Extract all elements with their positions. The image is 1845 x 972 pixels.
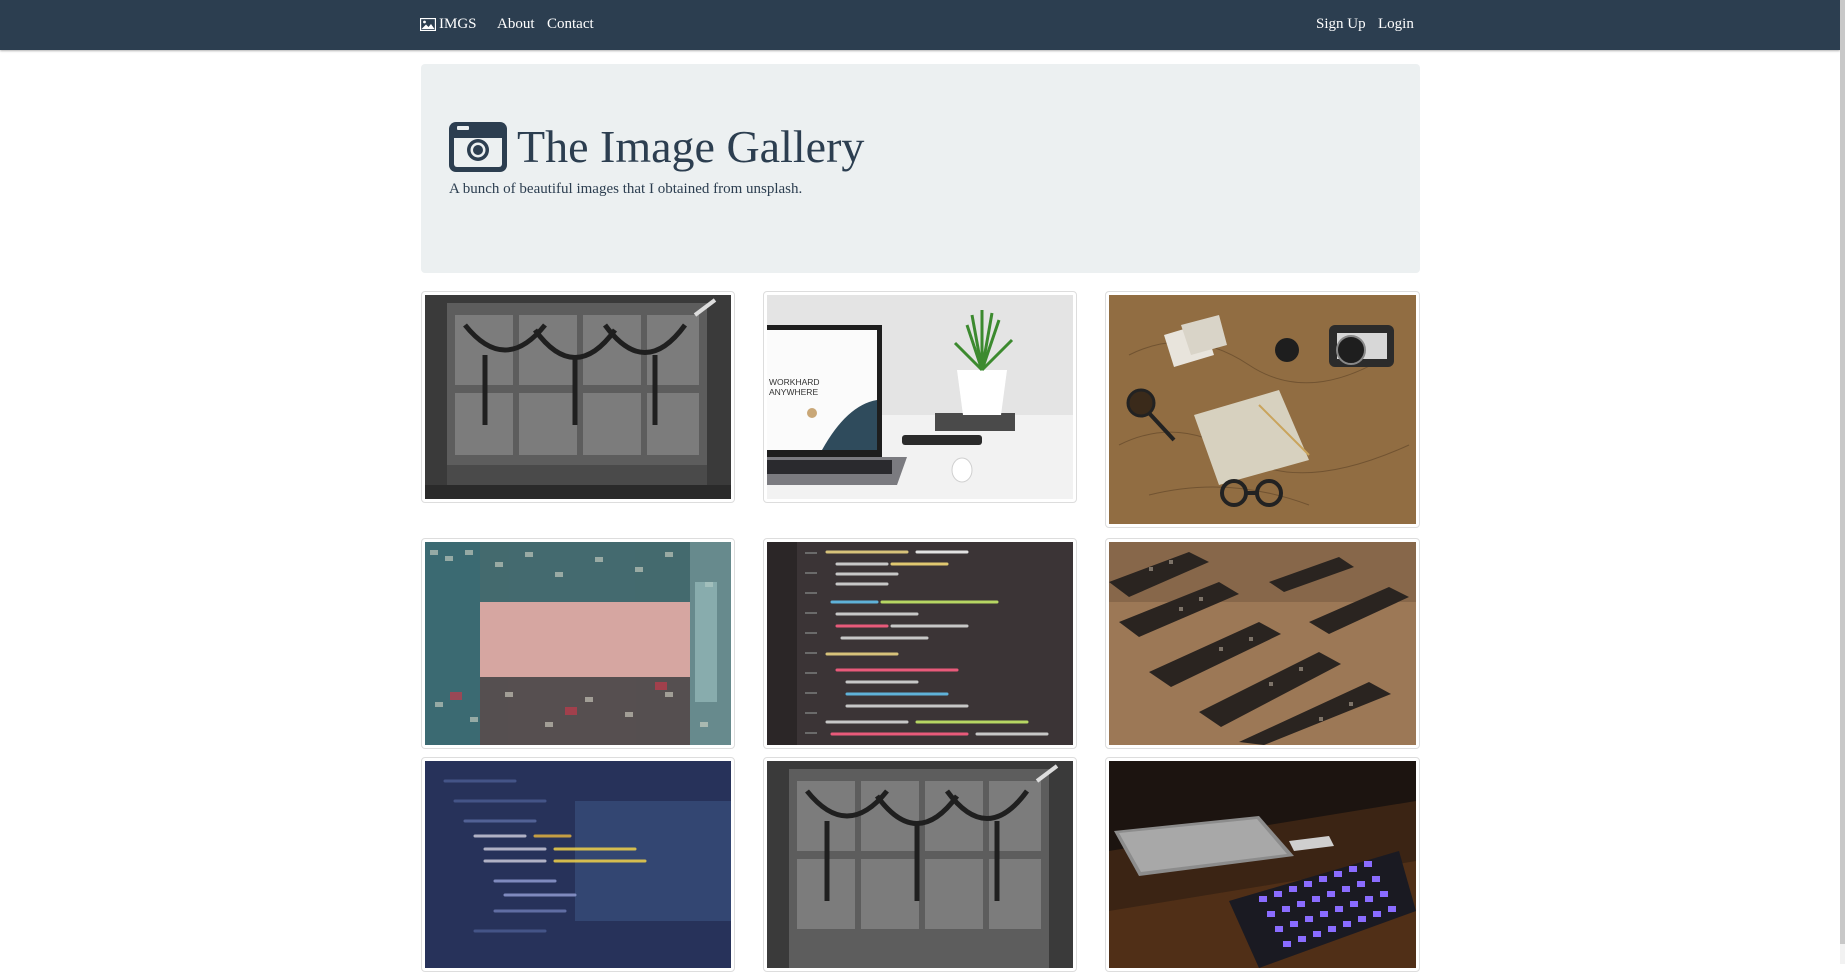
- server-rack-photo-2: [767, 761, 1073, 968]
- code-blue-screen-photo: [425, 761, 731, 968]
- nav-sign-up[interactable]: Sign Up: [1316, 16, 1366, 33]
- nav-about[interactable]: About: [497, 16, 535, 33]
- buildings-sky-photo: [425, 542, 731, 745]
- circuit-board-photo: [1109, 542, 1416, 745]
- scrollbar[interactable]: [1840, 0, 1845, 964]
- navbar: IMGS About Contact Sign Up Login: [0, 0, 1840, 50]
- code-screen-photo: [767, 542, 1073, 745]
- overlay-text-line-1: WORKHARD: [769, 377, 820, 387]
- hero-title-row: The Image Gallery: [449, 122, 864, 172]
- brand-link[interactable]: IMGS: [420, 16, 477, 33]
- gallery-thumbnail-5[interactable]: [763, 538, 1077, 749]
- page-subtitle: A bunch of beautiful images that I obtai…: [449, 181, 803, 197]
- gallery-thumbnail-9[interactable]: [1105, 757, 1420, 972]
- hero-jumbotron: The Image Gallery A bunch of beautiful i…: [421, 64, 1420, 273]
- gallery-thumbnail-1[interactable]: [421, 291, 735, 503]
- map-camera-notebook-photo: [1109, 295, 1416, 524]
- gallery-thumbnail-3[interactable]: [1105, 291, 1420, 528]
- keyboard-laptop-photo: [1109, 761, 1416, 968]
- gallery-thumbnail-6[interactable]: [1105, 538, 1420, 749]
- gallery-thumbnail-4[interactable]: [421, 538, 735, 749]
- gallery-thumbnail-8[interactable]: [763, 757, 1077, 972]
- gallery-thumbnail-2[interactable]: WORKHARD ANYWHERE: [763, 291, 1077, 503]
- navbar-container: IMGS About Contact Sign Up Login: [420, 0, 1420, 50]
- page-title: The Image Gallery: [517, 121, 865, 172]
- gallery-thumbnail-7[interactable]: [421, 757, 735, 972]
- laptop-plant-photo: WORKHARD ANYWHERE: [767, 295, 1073, 499]
- scrollbar-thumb[interactable]: [1840, 0, 1845, 944]
- nav-contact[interactable]: Contact: [547, 16, 594, 33]
- overlay-text-line-2: ANYWHERE: [769, 387, 818, 397]
- server-rack-photo: [425, 295, 731, 499]
- image-icon: [420, 18, 436, 31]
- camera-icon: [449, 122, 507, 172]
- nav-login[interactable]: Login: [1378, 16, 1414, 33]
- brand-label: IMGS: [439, 16, 477, 32]
